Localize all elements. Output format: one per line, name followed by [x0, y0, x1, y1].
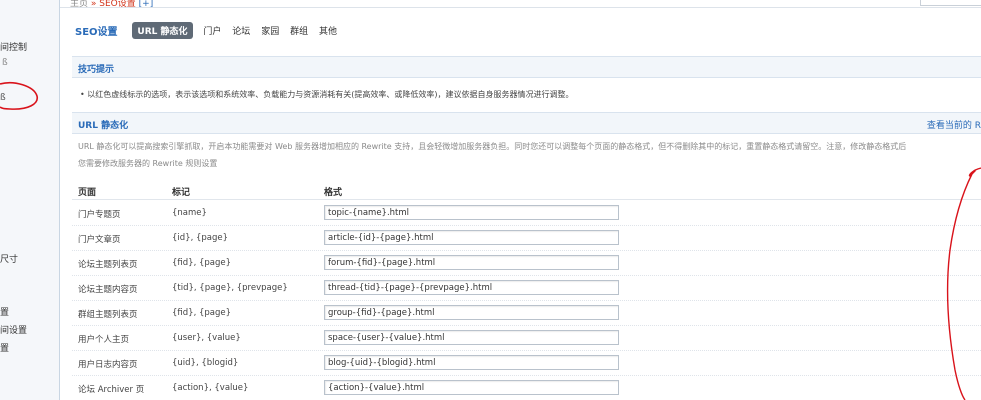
page-name: 论坛主题列表页 [78, 260, 138, 270]
page-title: SEO设置 [75, 27, 118, 38]
tab-other[interactable]: 其他 [319, 24, 337, 37]
tab-group[interactable]: 群组 [290, 24, 308, 37]
format-input[interactable] [324, 305, 619, 320]
column-header-format: 格式 [324, 188, 343, 198]
url-static-description: URL 静态化可以提高搜索引擎抓取，开启本功能需要对 Web 服务器增加相应的 … [78, 142, 907, 151]
format-input[interactable] [324, 280, 619, 295]
main-panel: SEO设置 URL 静态化 门户 论坛 家园 群组 其他 技巧提示 • 以红色虚… [60, 8, 981, 400]
table-row: 论坛主题列表页 {fid}, {page} [72, 251, 981, 276]
page-name: 论坛主题内容页 [78, 285, 138, 295]
tab-url-static[interactable]: URL 静态化 [132, 22, 193, 39]
format-input[interactable] [324, 255, 619, 270]
sidebar-item-settings-2[interactable]: 置 [0, 341, 9, 354]
search-input[interactable] [920, 0, 981, 6]
tips-title: 技巧提示 [78, 65, 115, 75]
breadcrumb-home[interactable]: 主页 [70, 0, 88, 7]
sidebar-item-access-control[interactable]: 间控制 [0, 40, 27, 53]
page-mark: {name} [172, 208, 207, 218]
tab-bar: SEO设置 URL 静态化 门户 论坛 家园 群组 其他 [75, 22, 345, 39]
table-row: 用户个人主页 {user}, {value} [72, 326, 981, 351]
breadcrumb: 主页 » SEO设置 [+] [70, 0, 154, 8]
breadcrumb-separator: » [90, 0, 97, 8]
table-row: 群组主题列表页 {fid}, {page} [72, 301, 981, 326]
tips-text: • 以红色虚线标示的选项，表示该选项和系统效率、负载能力与资源消耗有关(提高效率… [80, 90, 574, 99]
breadcrumb-add-link[interactable]: [+] [139, 0, 154, 7]
page-name: 门户专题页 [78, 210, 121, 220]
page-mark: {action}, {value} [172, 383, 249, 393]
sidebar-item-seo-marker: ß [0, 93, 6, 103]
breadcrumb-current: SEO设置 [99, 0, 136, 8]
table-row: 论坛主题内容页 {tid}, {page}, {prevpage} [72, 276, 981, 301]
format-input[interactable] [324, 355, 619, 370]
page-mark: {user}, {value} [172, 333, 241, 343]
sidebar-item-settings[interactable]: 置 [0, 305, 9, 318]
page-name: 论坛 Archiver 页 [78, 385, 145, 395]
tab-forum[interactable]: 论坛 [232, 24, 250, 37]
sidebar-item-size[interactable]: 尺寸 [0, 252, 18, 265]
format-input[interactable] [324, 230, 619, 245]
table-row: 门户专题页 {name} [72, 201, 981, 226]
sidebar-item-time-settings[interactable]: 间设置 [0, 323, 27, 336]
url-static-title: URL 静态化 [78, 121, 129, 131]
page-mark: {uid}, {blogid} [172, 358, 239, 368]
column-header-mark: 标记 [172, 188, 191, 198]
page-mark: {fid}, {page} [172, 258, 232, 268]
page-name: 门户文章页 [78, 235, 121, 245]
page-name: 用户个人主页 [78, 335, 130, 345]
tab-portal[interactable]: 门户 [203, 24, 221, 37]
view-rewrite-rules-link[interactable]: 查看当前的 R [927, 118, 981, 131]
column-header-page: 页面 [78, 188, 97, 198]
tab-home[interactable]: 家园 [261, 24, 279, 37]
table-row: 论坛 Archiver 页 {action}, {value} [72, 376, 981, 400]
sidebar-item-marker: ß [2, 58, 8, 68]
sidebar: 间控制 ß ß 尺寸 置 间设置 置 [0, 0, 60, 400]
format-input[interactable] [324, 205, 619, 220]
top-bar: 主页 » SEO设置 [+] [60, 0, 981, 8]
page-mark: {id}, {page} [172, 233, 229, 243]
tips-header: 技巧提示 [72, 56, 981, 78]
table-row: 用户日志内容页 {uid}, {blogid} [72, 351, 981, 376]
format-input[interactable] [324, 380, 619, 395]
url-static-header: URL 静态化 查看当前的 R [72, 112, 981, 134]
url-static-description-2: 您需要修改服务器的 Rewrite 规则设置 [78, 159, 218, 168]
table-row: 门户文章页 {id}, {page} [72, 226, 981, 251]
page-name: 用户日志内容页 [78, 360, 138, 370]
table-header: 页面 标记 格式 [72, 180, 981, 200]
format-input[interactable] [324, 330, 619, 345]
page-mark: {fid}, {page} [172, 308, 232, 318]
page-name: 群组主题列表页 [78, 310, 138, 320]
page-mark: {tid}, {page}, {prevpage} [172, 283, 288, 293]
